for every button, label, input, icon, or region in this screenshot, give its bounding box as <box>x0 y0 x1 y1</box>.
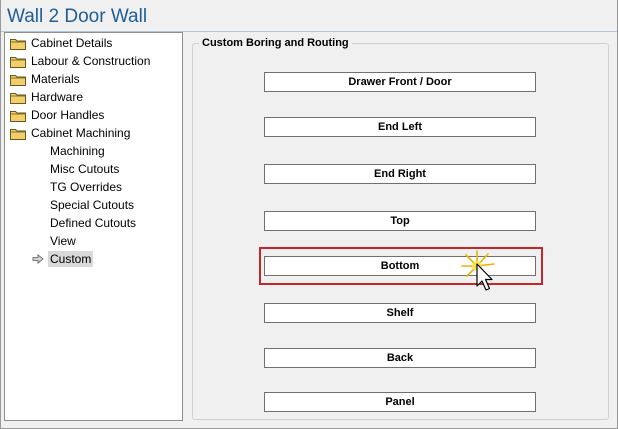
tree-item-label: Defined Cutouts <box>50 216 137 230</box>
tree-item-label: Cabinet Machining <box>31 126 131 140</box>
group-title: Custom Boring and Routing <box>199 37 352 49</box>
tree-item-label: Materials <box>31 72 80 86</box>
tree-item-door-handles[interactable]: Door Handles <box>10 106 104 124</box>
shelf-button[interactable]: Shelf <box>264 303 536 323</box>
tree-item-label: Hardware <box>31 90 84 104</box>
folder-icon <box>10 56 26 68</box>
tree-item-misc-cutouts[interactable]: Misc Cutouts <box>50 160 119 178</box>
tree-item-hardware[interactable]: Hardware <box>10 88 83 106</box>
tree-item-tg-overrides[interactable]: TG Overrides <box>50 178 122 196</box>
navigation-tree[interactable]: Cabinet Details Labour & Construction Ma… <box>4 32 183 421</box>
folder-icon <box>10 92 26 104</box>
tree-item-label: View <box>50 234 76 248</box>
tree-item-defined-cutouts[interactable]: Defined Cutouts <box>50 214 136 232</box>
arrow-right-icon <box>32 254 44 264</box>
tree-item-view[interactable]: View <box>50 232 76 250</box>
tree-item-materials[interactable]: Materials <box>10 70 80 88</box>
folder-icon <box>10 74 26 86</box>
tree-item-machining[interactable]: Machining <box>50 142 105 160</box>
back-button[interactable]: Back <box>264 348 536 368</box>
tree-item-cabinet-details[interactable]: Cabinet Details <box>10 34 112 52</box>
tree-item-label: TG Overrides <box>50 180 123 194</box>
tree-item-labour-construction[interactable]: Labour & Construction <box>10 52 150 70</box>
tree-item-label: Machining <box>50 144 105 158</box>
top-button[interactable]: Top <box>264 211 536 231</box>
tree-item-special-cutouts[interactable]: Special Cutouts <box>50 196 134 214</box>
panel-button[interactable]: Panel <box>264 392 536 412</box>
window-title: Wall 2 Door Wall <box>7 6 148 27</box>
tree-item-label: Cabinet Details <box>31 36 113 50</box>
mouse-pointer-icon <box>461 250 495 291</box>
tree-item-cabinet-machining[interactable]: Cabinet Machining <box>10 124 130 142</box>
end-left-button[interactable]: End Left <box>264 117 536 137</box>
tree-item-label: Labour & Construction <box>31 54 151 68</box>
end-right-button[interactable]: End Right <box>264 164 536 184</box>
drawer-front-door-button[interactable]: Drawer Front / Door <box>264 72 536 92</box>
tree-item-custom[interactable]: Custom <box>48 250 94 268</box>
folder-open-icon <box>10 128 26 140</box>
tree-item-label: Misc Cutouts <box>50 162 120 176</box>
tree-item-label: Door Handles <box>31 108 105 122</box>
folder-icon <box>10 110 26 122</box>
folder-icon <box>10 38 26 50</box>
tree-item-label-selected: Custom <box>48 251 94 267</box>
app-window: Wall 2 Door Wall Cabinet Details Labour … <box>0 0 618 429</box>
tree-item-label: Special Cutouts <box>50 198 135 212</box>
